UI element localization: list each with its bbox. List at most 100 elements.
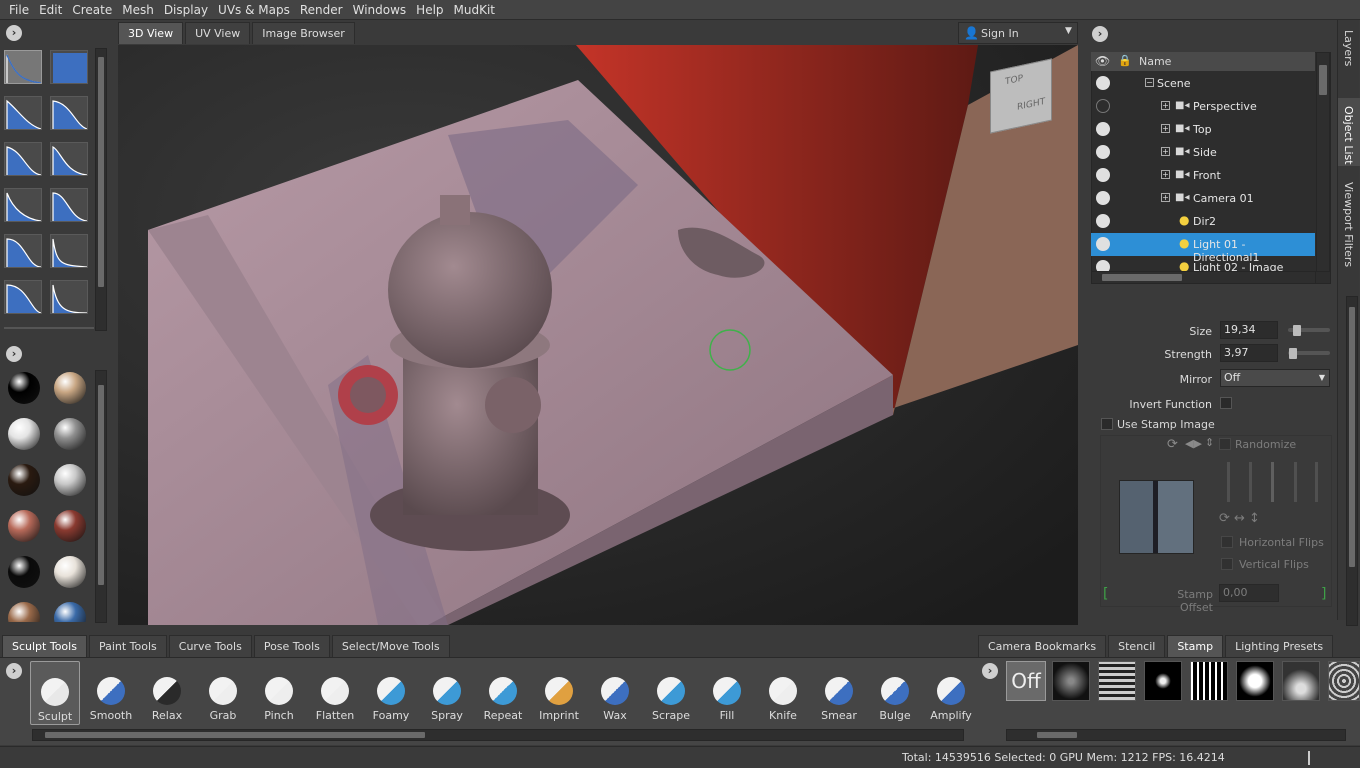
tree-row[interactable]: ● Dir2 (1091, 210, 1315, 233)
tab-stamp[interactable]: Stamp (1167, 635, 1224, 657)
visibility-icon[interactable] (1096, 237, 1110, 251)
expand-icon[interactable]: + (1161, 193, 1170, 202)
material-scrollbar[interactable] (95, 370, 107, 623)
tool-smooth[interactable]: Smooth (86, 661, 136, 725)
falloff-preset[interactable] (50, 50, 88, 84)
stamp-thumb-cloud[interactable] (1236, 661, 1274, 701)
collapse-arrow-icon[interactable]: › (1092, 26, 1108, 42)
stamp-off-button[interactable]: Off (1006, 661, 1046, 701)
random-slider-4[interactable] (1294, 462, 1297, 502)
falloff-preset[interactable] (4, 96, 42, 130)
tool-sculpt[interactable]: Sculpt (30, 661, 80, 725)
tool-pinch[interactable]: Pinch (254, 661, 304, 725)
tool-foamy[interactable]: Foamy (366, 661, 416, 725)
tree-vscrollbar[interactable] (1316, 52, 1330, 272)
menu-file[interactable]: File (4, 3, 34, 17)
falloff-preset[interactable] (50, 142, 88, 176)
rotate-icon[interactable]: ⟳ (1167, 437, 1178, 452)
material-preset[interactable] (54, 464, 86, 496)
menu-create[interactable]: Create (67, 3, 117, 17)
tool-amplify[interactable]: Amplify (926, 661, 976, 725)
menu-display[interactable]: Display (159, 3, 213, 17)
expand-icon[interactable]: + (1161, 170, 1170, 179)
falloff-scrollbar[interactable] (95, 48, 107, 331)
tab-object-list[interactable]: Object List (1342, 106, 1355, 165)
invert-function-checkbox[interactable] (1220, 397, 1232, 409)
tab-paint-tools[interactable]: Paint Tools (88, 635, 167, 657)
tool-spray[interactable]: Spray (422, 661, 472, 725)
tab-sculpt-tools[interactable]: Sculpt Tools (2, 635, 87, 657)
collapse-arrow-icon[interactable]: › (6, 346, 22, 362)
tree-row[interactable]: + ■◂ Camera 01 (1091, 187, 1315, 210)
size-input[interactable]: 19,34 (1220, 321, 1278, 339)
stamp-thumb-noise[interactable] (1052, 661, 1090, 701)
material-preset[interactable] (8, 510, 40, 542)
tab-3d-view[interactable]: 3D View (118, 22, 184, 44)
falloff-preset[interactable] (50, 188, 88, 222)
visibility-icon[interactable] (1096, 168, 1110, 182)
tool-smear[interactable]: Smear (814, 661, 864, 725)
visibility-icon[interactable] (1096, 191, 1110, 205)
random-slider-5[interactable] (1315, 462, 1318, 502)
falloff-preset[interactable] (4, 280, 42, 314)
material-preset[interactable] (54, 602, 86, 622)
tab-viewport-filters[interactable]: Viewport Filters (1342, 182, 1355, 267)
tree-row[interactable]: + ■◂ Side (1091, 141, 1315, 164)
visibility-icon[interactable] (1096, 76, 1110, 90)
falloff-preset[interactable] (4, 50, 42, 84)
visibility-icon[interactable] (1096, 122, 1110, 136)
random-slider-1[interactable] (1227, 462, 1230, 502)
material-preset[interactable] (54, 372, 86, 404)
material-preset[interactable] (54, 418, 86, 450)
tree-hscrollbar[interactable] (1091, 271, 1316, 284)
collapse-icon[interactable]: − (1145, 78, 1154, 87)
visibility-icon[interactable] (1096, 145, 1110, 159)
random-slider-3[interactable] (1271, 462, 1274, 502)
tools-hscrollbar[interactable] (32, 729, 964, 741)
mirror-select[interactable]: Off ▼ (1220, 369, 1330, 387)
stamp-thumb-smoke[interactable] (1282, 661, 1320, 701)
stamp-thumb-dots[interactable] (1328, 661, 1360, 701)
falloff-preset[interactable] (4, 234, 42, 268)
tab-camera-bookmarks[interactable]: Camera Bookmarks (978, 635, 1107, 657)
tree-row[interactable]: ● Light 01 - Directional1 (1091, 233, 1315, 264)
strength-slider-handle[interactable] (1289, 348, 1297, 359)
tool-scrape[interactable]: Scrape (646, 661, 696, 725)
collapse-arrow-icon[interactable]: › (6, 25, 22, 41)
stamp-thumb-grid[interactable] (1098, 661, 1136, 701)
falloff-preset[interactable] (50, 96, 88, 130)
material-preset[interactable] (54, 510, 86, 542)
sign-in-dropdown[interactable]: 👤 Sign In ▼ (958, 22, 1078, 44)
tab-layers[interactable]: Layers (1342, 30, 1355, 66)
stamp-offset-input[interactable]: 0,00 (1219, 584, 1279, 602)
material-preset[interactable] (54, 556, 86, 588)
tree-row[interactable]: − Scene (1091, 72, 1315, 95)
tool-flatten[interactable]: Flatten (310, 661, 360, 725)
tab-image-browser[interactable]: Image Browser (252, 22, 355, 44)
material-preset[interactable] (8, 372, 40, 404)
collapse-arrow-icon[interactable]: › (6, 663, 22, 679)
viewport-3d[interactable]: TOP RIGHT (118, 45, 1078, 625)
tab-select-move-tools[interactable]: Select/Move Tools (331, 635, 450, 657)
material-preset[interactable] (8, 418, 40, 450)
tab-curve-tools[interactable]: Curve Tools (168, 635, 252, 657)
falloff-preset[interactable] (4, 142, 42, 176)
menu-windows[interactable]: Windows (348, 3, 412, 17)
properties-scrollbar[interactable] (1346, 296, 1358, 626)
material-preset[interactable] (8, 602, 40, 622)
tool-bulge[interactable]: Bulge (870, 661, 920, 725)
view-cube[interactable]: TOP RIGHT (990, 58, 1052, 134)
strength-input[interactable]: 3,97 (1220, 344, 1278, 362)
tab-pose-tools[interactable]: Pose Tools (253, 635, 330, 657)
tree-row[interactable]: + ■◂ Front (1091, 164, 1315, 187)
tool-knife[interactable]: Knife (758, 661, 808, 725)
stamps-hscrollbar[interactable] (1006, 729, 1346, 741)
tool-imprint[interactable]: Imprint (534, 661, 584, 725)
menu-uvs-maps[interactable]: UVs & Maps (213, 3, 295, 17)
menu-render[interactable]: Render (295, 3, 348, 17)
tool-repeat[interactable]: Repeat (478, 661, 528, 725)
tool-wax[interactable]: Wax (590, 661, 640, 725)
stamp-thumb-streaks[interactable] (1190, 661, 1228, 701)
material-preset[interactable] (8, 556, 40, 588)
vertical-flips-checkbox[interactable] (1221, 558, 1233, 570)
